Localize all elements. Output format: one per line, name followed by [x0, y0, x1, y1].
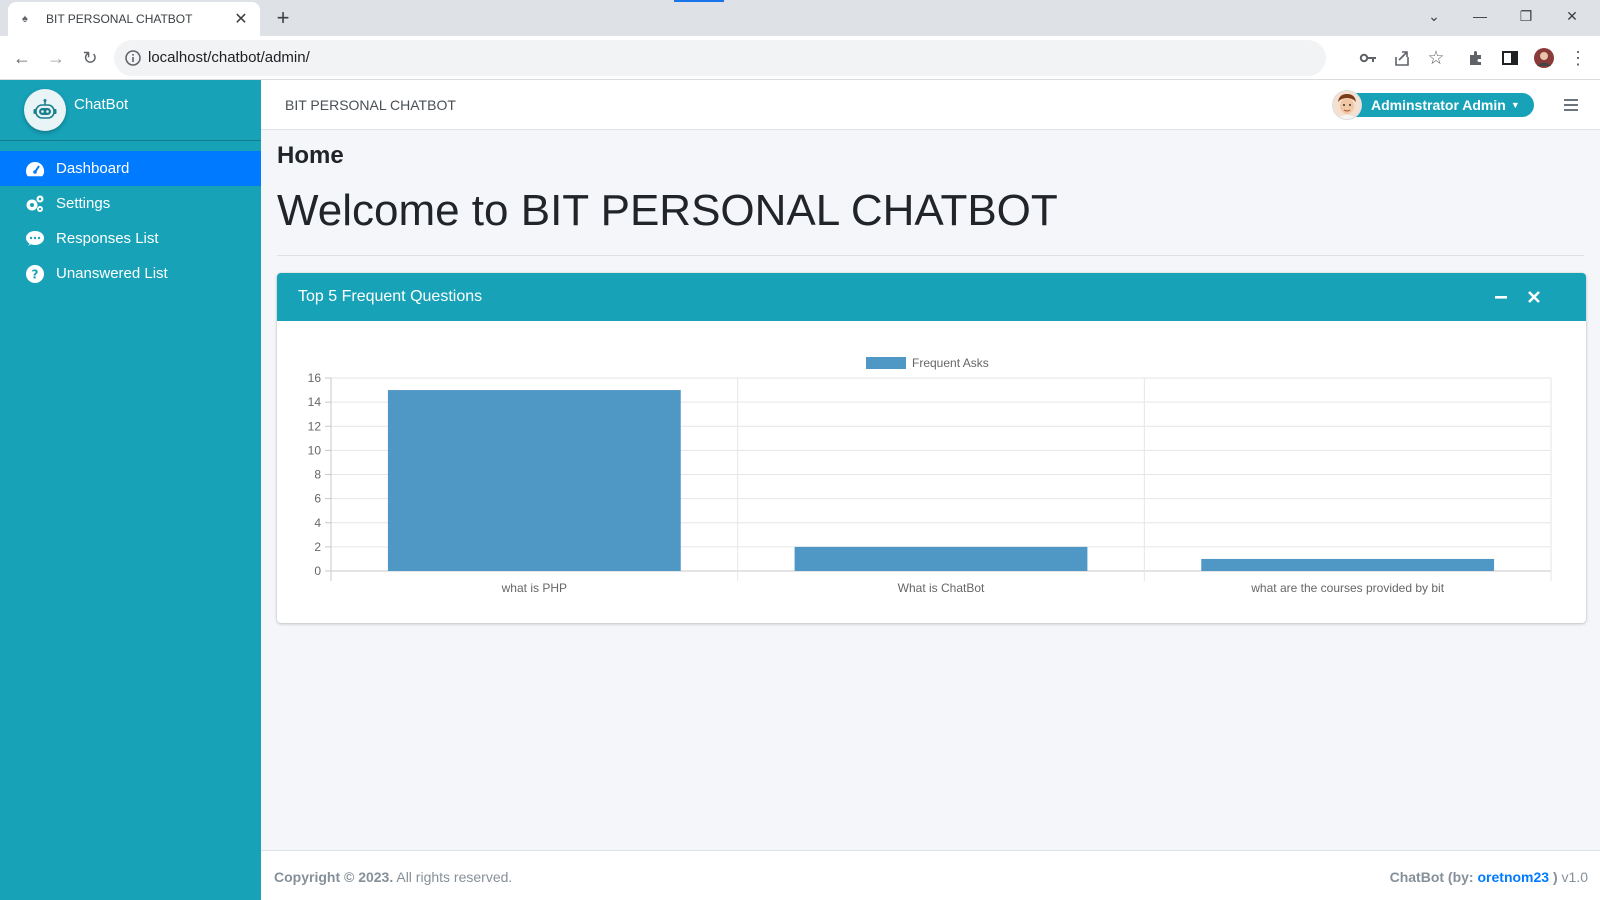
tachometer-icon [24, 158, 46, 180]
comment-dots-icon [24, 228, 46, 250]
card-header: Top 5 Frequent Questions [277, 273, 1586, 321]
y-tick-label: 12 [308, 419, 322, 433]
hamburger-menu-icon[interactable] [1561, 95, 1581, 115]
footer-copyright: Copyright © 2023. All rights reserved. [274, 869, 512, 885]
avatar[interactable] [1333, 91, 1361, 119]
author-link[interactable]: oretnom23 [1478, 869, 1550, 885]
credit-prefix: ChatBot (by: [1389, 869, 1478, 885]
rights-text: All rights reserved. [393, 869, 513, 885]
sidebar-item-responses[interactable]: Responses List [0, 221, 261, 256]
bar-chart: Frequent Asks 0 2 4 6 8 10 12 14 16 what is PHP Wha… [308, 356, 1552, 595]
sidebar: ChatBot Dashboard Settings Responses Lis… [0, 80, 261, 900]
brand-text: ChatBot [74, 96, 129, 113]
robot-logo-icon [24, 89, 66, 131]
info-icon[interactable] [124, 49, 142, 67]
y-tick-label: 6 [314, 492, 321, 506]
extensions-icon[interactable] [1464, 46, 1488, 70]
close-icon[interactable] [1524, 287, 1544, 307]
y-tick-label: 2 [314, 540, 321, 554]
footer: Copyright © 2023. All rights reserved. C… [261, 850, 1600, 900]
bookmark-star-icon[interactable]: ☆ [1424, 46, 1448, 70]
brand-link[interactable]: ChatBot [0, 80, 261, 141]
restore-icon[interactable]: ❐ [1503, 0, 1549, 32]
bar [1201, 558, 1495, 571]
user-dropdown-button[interactable]: Adminstrator Admin ▼ [1335, 93, 1534, 117]
top-navbar: BIT PERSONAL CHATBOT Adminstrator Admin … [261, 80, 1600, 130]
sidebar-item-label: Unanswered List [56, 265, 168, 282]
key-icon[interactable] [1356, 46, 1380, 70]
new-tab-icon[interactable]: + [270, 4, 296, 32]
y-tick-label: 10 [308, 443, 322, 457]
sidebar-item-label: Dashboard [56, 160, 130, 177]
frequent-questions-card: Top 5 Frequent Questions Frequent Asks 0 2… [277, 273, 1586, 623]
favicon-icon: ♠ [22, 13, 28, 25]
footer-credit: ChatBot (by: oretnom23 ) v1.0 [1390, 869, 1588, 885]
browser-tabstrip: ♠ BIT PERSONAL CHATBOT ✕ + ⌄ — ❐ ✕ [0, 0, 1600, 36]
y-tick-label: 14 [308, 395, 322, 409]
back-icon[interactable]: ← [6, 42, 38, 74]
legend-label: Frequent Asks [912, 356, 989, 370]
bar [387, 390, 681, 571]
sidebar-item-unanswered[interactable]: ? Unanswered List [0, 256, 261, 291]
browser-tab[interactable]: ♠ BIT PERSONAL CHATBOT ✕ [8, 2, 260, 36]
tab-title: BIT PERSONAL CHATBOT [46, 12, 193, 26]
sidebar-item-label: Responses List [56, 230, 159, 247]
cogs-icon [24, 193, 46, 215]
copyright-text: Copyright © 2023. [274, 869, 394, 885]
sidebar-item-label: Settings [56, 195, 111, 212]
legend-swatch [866, 357, 906, 369]
side-panel-icon[interactable] [1498, 46, 1522, 70]
question-circle-icon: ? [24, 263, 46, 285]
tab-close-icon[interactable]: ✕ [232, 9, 250, 29]
x-tick-label: What is ChatBot [898, 581, 985, 595]
address-bar[interactable]: localhost/chatbot/admin/ [114, 40, 1326, 76]
reload-icon[interactable]: ↻ [74, 42, 106, 74]
minimize-icon[interactable]: — [1457, 0, 1503, 32]
sidebar-nav: Dashboard Settings Responses List ? Unan… [0, 151, 261, 291]
credit-suffix: ) [1549, 869, 1558, 885]
sidebar-item-settings[interactable]: Settings [0, 186, 261, 221]
version-text: v1.0 [1557, 869, 1588, 885]
share-icon[interactable] [1390, 46, 1414, 70]
page-title: Home [277, 142, 344, 169]
y-tick-label: 16 [308, 371, 322, 385]
profile-icon[interactable] [1532, 46, 1556, 70]
sidebar-item-dashboard[interactable]: Dashboard [0, 151, 261, 186]
user-name: Adminstrator Admin [1371, 97, 1506, 113]
site-name: BIT PERSONAL CHATBOT [285, 97, 456, 113]
y-tick-label: 0 [314, 564, 321, 578]
menu-kebab-icon[interactable]: ⋮ [1566, 46, 1590, 70]
y-tick-label: 4 [314, 516, 321, 530]
content-wrapper: BIT PERSONAL CHATBOT Adminstrator Admin … [261, 80, 1600, 900]
bar [794, 546, 1088, 571]
tab-search-icon[interactable]: ⌄ [1411, 0, 1457, 32]
browser-toolbar: ← → ↻ localhost/chatbot/admin/ ☆ ⋮ [0, 36, 1600, 80]
divider [277, 255, 1584, 256]
welcome-heading: Welcome to BIT PERSONAL CHATBOT [277, 186, 1058, 235]
card-title: Top 5 Frequent Questions [298, 288, 483, 305]
close-window-icon[interactable]: ✕ [1549, 0, 1595, 32]
forward-icon[interactable]: → [40, 42, 72, 74]
collapse-minus-icon[interactable] [1491, 287, 1511, 307]
y-tick-label: 8 [314, 468, 321, 482]
caret-down-icon: ▼ [1510, 100, 1520, 110]
loading-indicator [674, 0, 724, 2]
svg-text:?: ? [32, 267, 39, 281]
url-text: localhost/chatbot/admin/ [148, 49, 310, 66]
x-tick-label: what is PHP [501, 581, 567, 595]
x-tick-label: what are the courses provided by bit [1250, 581, 1444, 595]
